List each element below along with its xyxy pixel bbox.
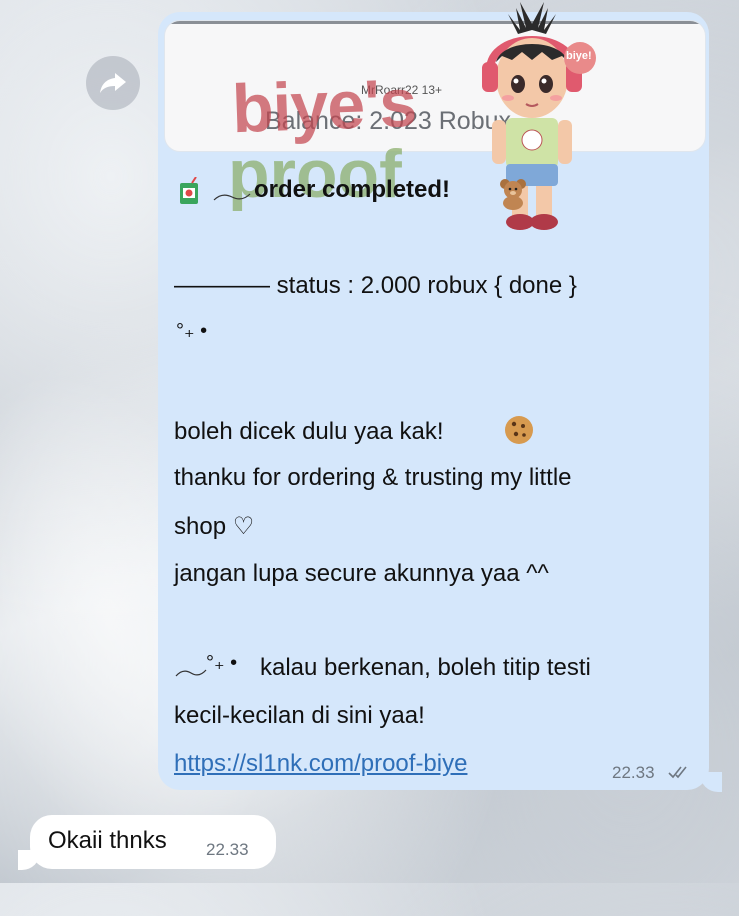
- juice-box-icon: [180, 177, 198, 204]
- message-line-2: thanku for ordering & trusting my little: [174, 464, 572, 491]
- incoming-message-text: Okaii thnks: [48, 827, 167, 854]
- decor-sparkle: °₊ •: [176, 320, 208, 342]
- cookie-icon: [505, 416, 533, 444]
- tilde-ornament-icon: [213, 193, 251, 201]
- watermark-line1: biye's: [230, 64, 418, 148]
- message-line-3: shop ♡: [174, 513, 255, 540]
- proof-link[interactable]: https://sl1nk.com/proof-biye: [174, 750, 467, 778]
- forward-arrow-icon: [100, 73, 126, 93]
- forward-button[interactable]: [86, 56, 140, 110]
- decor-sparkle-2: °₊ •: [206, 652, 238, 674]
- outgoing-timestamp: 22.33: [612, 763, 655, 782]
- message-line-6: kecil-kecilan di sini yaa!: [174, 702, 425, 729]
- image-top-bar: [165, 21, 705, 24]
- watermark-badge: biye!: [566, 50, 592, 62]
- message-line-1: boleh dicek dulu yaa kak!: [174, 418, 444, 445]
- double-check-icon: [668, 766, 687, 779]
- message-line-4: jangan lupa secure akunnya yaa ^^: [174, 560, 549, 587]
- teddy-bear-icon: [500, 179, 526, 210]
- order-title: order completed!: [254, 176, 451, 203]
- tilde-ornament-icon: [175, 669, 207, 677]
- avatar-sticker: [482, 2, 596, 230]
- incoming-timestamp: 22.33: [206, 840, 249, 859]
- message-line-5: kalau berkenan, boleh titip testi: [260, 654, 591, 681]
- status-line: ———— status : 2.000 robux { done }: [174, 272, 577, 299]
